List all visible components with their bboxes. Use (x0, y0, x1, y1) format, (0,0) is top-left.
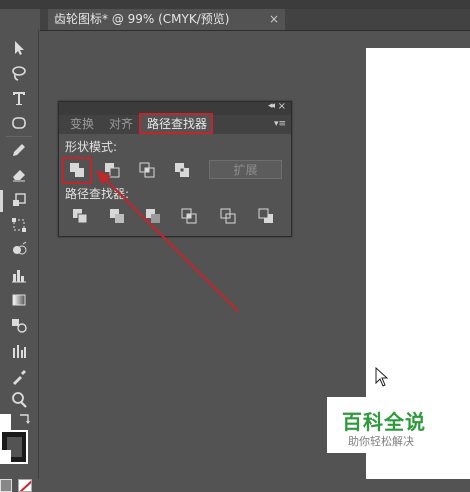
color-mode-icon[interactable] (0, 479, 12, 492)
watermark: 百科全说 助你轻松解决 (327, 397, 456, 453)
none-swatch-icon[interactable] (18, 479, 32, 492)
annotation-arrow-line (103, 177, 239, 312)
watermark-title: 百科全说 (342, 410, 426, 434)
watermark-subtitle: 助你轻松解决 (348, 435, 414, 448)
